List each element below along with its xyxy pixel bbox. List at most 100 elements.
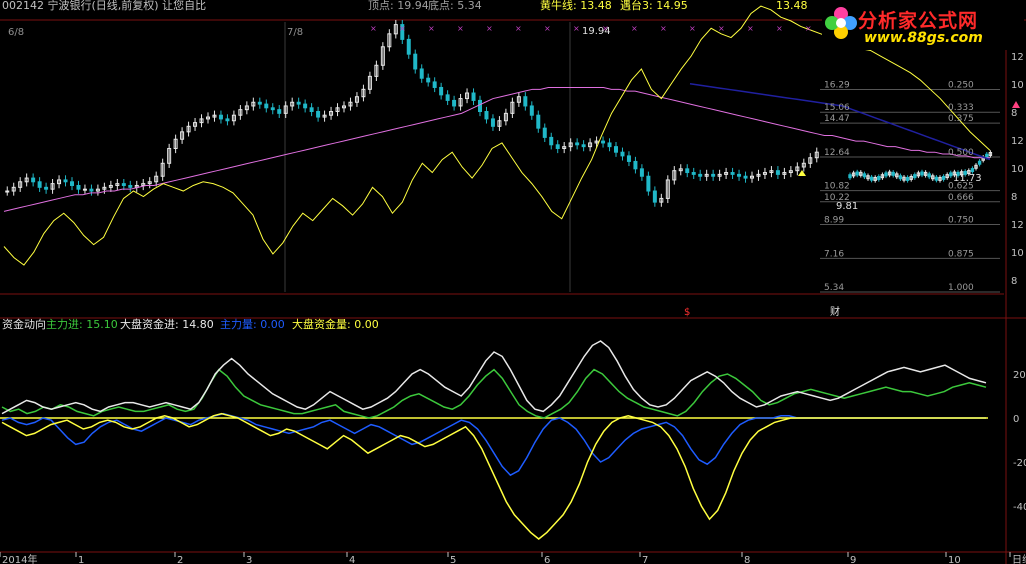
fib-ratio-label: 1.000: [948, 283, 974, 293]
price-y-tick: 10: [1011, 164, 1024, 175]
x-tick-label: 7: [642, 555, 648, 564]
signal-x-marker: ×: [776, 24, 783, 33]
candle-body: [277, 109, 282, 114]
candle-body: [575, 142, 580, 146]
x-tick-label: 3: [246, 555, 252, 564]
candle-body: [884, 172, 888, 177]
candle-body: [76, 184, 81, 190]
fib-ratio-label: 0.666: [948, 193, 974, 203]
candle-body: [869, 176, 874, 181]
signal-x-marker: ×: [370, 24, 377, 33]
candle-body: [452, 99, 457, 107]
fib-ratio-label: 0.333: [948, 103, 974, 113]
price-y-tick: 8: [1011, 108, 1017, 119]
stock-title: 002142 宁波银行(日线,前复权) 让您自比: [2, 0, 207, 12]
candle-body: [633, 160, 638, 170]
x-tick-label: 日线: [1012, 553, 1026, 564]
fib-ratio-label: 0.250: [948, 81, 974, 91]
candle-body: [529, 105, 534, 116]
signal-x-marker: ×: [747, 24, 754, 33]
signal-x-marker: ×: [631, 24, 638, 33]
candle-body: [927, 173, 931, 178]
candle-body: [581, 144, 586, 148]
main-vol-value: 主力量: 0.00: [220, 318, 285, 331]
fib-ratio-label: 0.750: [948, 216, 974, 226]
candle-body: [698, 173, 703, 177]
fib-price-label: 5.34: [824, 283, 844, 293]
candle-body: [419, 68, 424, 79]
fib-price-label: 7.16: [824, 249, 844, 259]
candle-body: [490, 118, 495, 127]
candle-body: [848, 174, 852, 179]
x-tick-label: 2014年: [2, 553, 37, 564]
signal-x-marker: ×: [660, 24, 667, 33]
candle-body: [303, 103, 308, 109]
x-tick-label: 2: [177, 555, 183, 564]
price-y-tick: 10: [1011, 80, 1024, 91]
candle-body: [639, 168, 644, 177]
candle-body: [70, 181, 74, 186]
candle-body: [309, 107, 314, 113]
candle-body: [862, 173, 867, 178]
candle-body: [941, 175, 946, 180]
main-in-value: 主力进: 15.10: [46, 318, 118, 331]
fib-price-label: 16.29: [824, 81, 850, 91]
flow-y-tick: 0: [1013, 414, 1019, 425]
candle-body: [855, 171, 859, 176]
candle-body: [737, 173, 742, 177]
candle-body: [775, 170, 780, 175]
candle-body: [970, 168, 975, 173]
signal-x-marker: ×: [515, 24, 522, 33]
site-logo: 分析家公式网 www.88gs.com: [822, 0, 1024, 50]
candle-body: [225, 118, 230, 122]
flow-series-line: [1, 368, 987, 419]
price-y-tick: 10: [1011, 248, 1024, 259]
candle-body: [743, 175, 748, 179]
price-y-tick: 8: [1011, 192, 1017, 203]
signal-x-marker: ×: [428, 24, 435, 33]
candle-body: [432, 81, 437, 88]
x-tick-label: 6: [544, 555, 550, 564]
chart-canvas: 16.29 0.250 15.06 0.333 14.47 0.375 12.64 0.500…: [0, 5, 1026, 564]
candle-body: [920, 171, 924, 176]
signal-x-marker: ×: [689, 24, 696, 33]
candle-body: [607, 142, 612, 148]
fib-ratio-label: 0.500: [948, 148, 974, 158]
candle-body: [413, 53, 418, 70]
flow-y-tick: 20: [1013, 370, 1026, 381]
candle-body: [264, 103, 269, 109]
candle-body: [128, 184, 133, 188]
candle-body: [257, 101, 262, 105]
candle-body: [934, 176, 939, 181]
candle-body: [601, 140, 606, 144]
candle-body: [121, 183, 126, 186]
flow-series-line: [1, 340, 987, 415]
fib-price-label: 8.99: [824, 216, 844, 226]
market-in-value: 大盘资金进: 14.80: [120, 318, 214, 331]
fib-price-label: 14.47: [824, 114, 850, 124]
trough-label: 9.81: [836, 201, 859, 212]
signal-x-marker: ×: [544, 24, 551, 33]
candle-body: [31, 177, 36, 183]
x-tick-label: 4: [349, 555, 355, 564]
candle-body: [63, 179, 68, 183]
candle-body: [484, 111, 489, 120]
x-tick-label: 1: [78, 555, 84, 564]
peak-label: 19.94: [582, 26, 611, 37]
candle-body: [652, 190, 657, 203]
price-y-tick: 8: [1011, 276, 1017, 287]
x-tick-label: 5: [450, 555, 456, 564]
logo-title: 分析家公式网: [858, 10, 979, 32]
extra-value: 13.48: [776, 0, 808, 12]
fib-ratio-label: 0.375: [948, 114, 974, 124]
candle-body: [478, 99, 482, 113]
signal-x-marker: ×: [486, 24, 493, 33]
candle-body: [620, 151, 625, 157]
candle-body: [44, 186, 49, 190]
candle-body: [646, 175, 651, 192]
fin-marker: 财: [830, 307, 840, 318]
candle-body: [549, 136, 554, 146]
candle-body: [711, 173, 716, 177]
candle-body: [270, 107, 275, 111]
low-value: 底点: 5.34: [428, 0, 482, 12]
